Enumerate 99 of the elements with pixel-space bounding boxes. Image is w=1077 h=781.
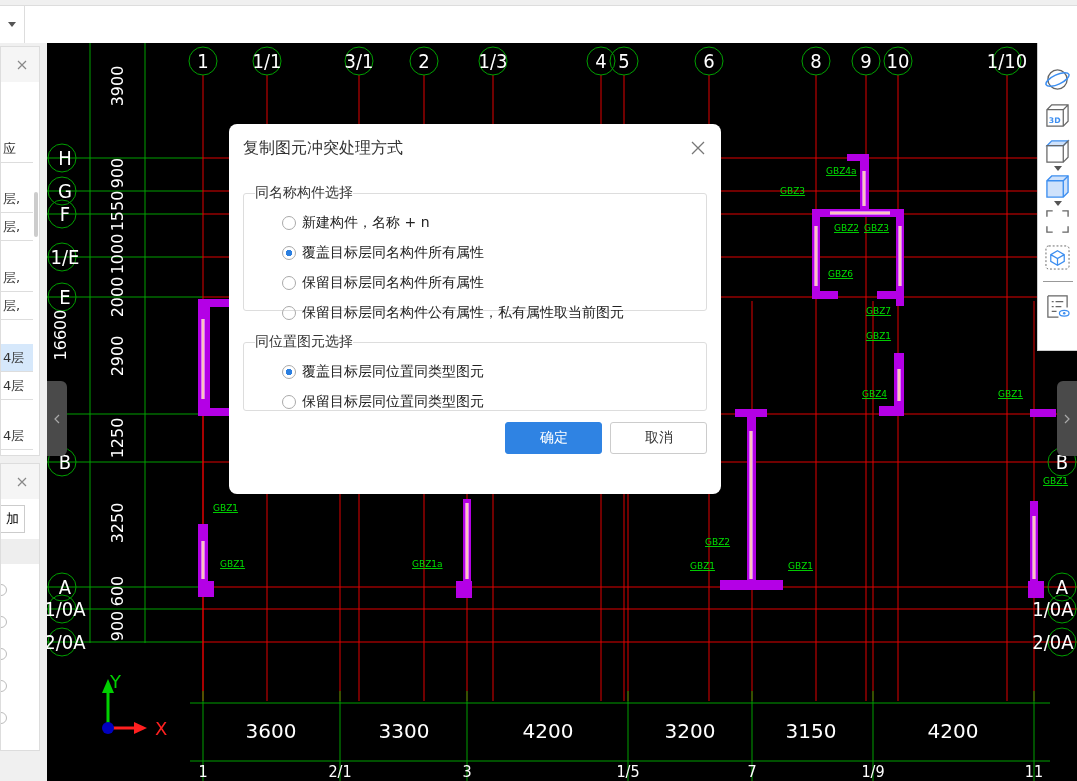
list-item[interactable]: 层,	[1, 213, 33, 241]
close-icon[interactable]	[17, 59, 27, 70]
option-label: 覆盖目标层同名构件所有属性	[302, 244, 484, 262]
axis-label: 1/9	[861, 762, 885, 781]
option-label: 保留目标层同名构件公有属性，私有属性取当前图元	[302, 304, 624, 322]
wall-label: GBZ1	[998, 389, 1024, 399]
list-item[interactable]: 4层	[1, 372, 33, 400]
axis-label: 11	[1024, 762, 1044, 781]
axis-label: 1/10	[986, 46, 1028, 76]
caret-icon[interactable]	[1053, 201, 1062, 206]
chevron-icon	[1063, 413, 1071, 424]
cube-icon[interactable]	[1045, 244, 1070, 270]
axis-label: 7	[747, 762, 757, 781]
dimension-label: 1550	[108, 190, 127, 232]
axis-label: H	[47, 143, 77, 173]
dimension-label: 4200	[522, 719, 574, 743]
wall-label: GBZ3	[780, 186, 806, 196]
dimension-label: 3600	[245, 719, 297, 743]
wall-label: GBZ1	[788, 561, 814, 571]
wall-label: GBZ1	[220, 559, 246, 569]
dimension-label: 900	[108, 157, 127, 189]
wall-label: GBZ7	[866, 306, 892, 316]
dimension-label: 2000	[108, 276, 127, 318]
frame-icon[interactable]	[1045, 208, 1070, 234]
scrollbar[interactable]	[34, 192, 38, 237]
cube-icon[interactable]	[1045, 173, 1070, 199]
option-label: 新建构件，名称 + n	[302, 214, 430, 232]
close-icon[interactable]	[691, 141, 705, 155]
axis-label: 1/E	[47, 242, 80, 272]
axis-label: A	[47, 572, 77, 602]
list-item[interactable]: 4层	[1, 344, 33, 372]
axis-label: 2	[409, 46, 439, 76]
caret-icon[interactable]	[1053, 166, 1062, 171]
dimension-label: 3900	[108, 65, 127, 107]
axis-label: 5	[609, 46, 639, 76]
cube-icon[interactable]	[1045, 138, 1070, 164]
dimension-label: 4200	[927, 719, 979, 743]
close-icon[interactable]	[17, 476, 27, 487]
axis-label: 3	[462, 762, 472, 781]
axis-label: 6	[694, 46, 724, 76]
radio-button[interactable]	[282, 365, 296, 379]
add-button[interactable]: 加	[1, 505, 25, 533]
list-item[interactable]: 层,	[1, 185, 33, 213]
caret-icon	[8, 22, 16, 27]
dimension-label: 600	[108, 575, 127, 607]
list-item[interactable]: 层,	[1, 264, 33, 292]
dimension-label: 3150	[785, 719, 837, 743]
option-label: 保留目标层同名构件所有属性	[302, 274, 484, 292]
wall-label: GBZ1	[213, 503, 239, 513]
table-header	[1, 539, 39, 564]
axis-label: 8	[801, 46, 831, 76]
cancel-button[interactable]: 取消	[610, 422, 707, 454]
axis-label: 1/5	[616, 762, 640, 781]
orbit-icon[interactable]	[1045, 66, 1070, 92]
dialog-title: 复制图元冲突处理方式	[243, 137, 403, 159]
wall-label: GBZ1	[1043, 476, 1069, 486]
group-title: 同名称构件选择	[255, 184, 353, 202]
dimension-label: 1000	[108, 233, 127, 275]
dimension-label: 3250	[108, 502, 127, 544]
axis-label: F	[47, 199, 77, 229]
wall-label: GBZ2	[834, 223, 860, 233]
list-item[interactable]: 应	[1, 135, 33, 163]
axis-label: 2/1	[328, 762, 352, 781]
list-eye-icon[interactable]	[1045, 293, 1070, 319]
axis-label: A	[1047, 572, 1077, 602]
wall-label: GBZ6	[828, 269, 854, 279]
dimension-label: 900	[108, 610, 127, 642]
dimension-label: 1250	[108, 417, 127, 459]
axis-label: 1	[198, 762, 208, 781]
option-label: 覆盖目标层同位置同类型图元	[302, 363, 484, 381]
wall-label: GBZ1	[866, 331, 892, 341]
axis-label: 3/1	[344, 46, 374, 76]
wall-label: GBZ1a	[412, 559, 443, 569]
dimension-label: 2900	[108, 335, 127, 377]
wall-label: GBZ4	[862, 389, 888, 399]
axis-label: 2/0A	[1032, 627, 1077, 657]
confirm-button[interactable]: 确定	[505, 422, 602, 454]
axis-label: 10	[883, 46, 913, 76]
list-item[interactable]: 4层	[1, 422, 33, 450]
radio-button[interactable]	[282, 246, 296, 260]
axis-label: 1/3	[478, 46, 508, 76]
axis-label: Y	[110, 671, 121, 692]
dimension-label: 16600	[51, 309, 70, 361]
wall-label: GBZ3	[864, 223, 890, 233]
dimension-label: 3200	[664, 719, 716, 743]
wall-label: GBZ2	[705, 537, 731, 547]
chevron-icon	[53, 413, 61, 424]
list-item[interactable]: 层,	[1, 292, 33, 320]
group-title: 同位置图元选择	[255, 333, 353, 351]
axis-label: 4	[586, 46, 616, 76]
axis-label: G	[47, 176, 77, 206]
option-label: 保留目标层同位置同类型图元	[302, 393, 484, 411]
dimension-label: 3300	[378, 719, 430, 743]
wall-label: GBZ1	[690, 561, 716, 571]
wall-label: GBZ4a	[826, 166, 857, 176]
axis-label: X	[155, 718, 168, 739]
axis-label: 1/1	[252, 46, 282, 76]
axis-label: 9	[851, 46, 881, 76]
axis-label: 1	[188, 46, 218, 76]
